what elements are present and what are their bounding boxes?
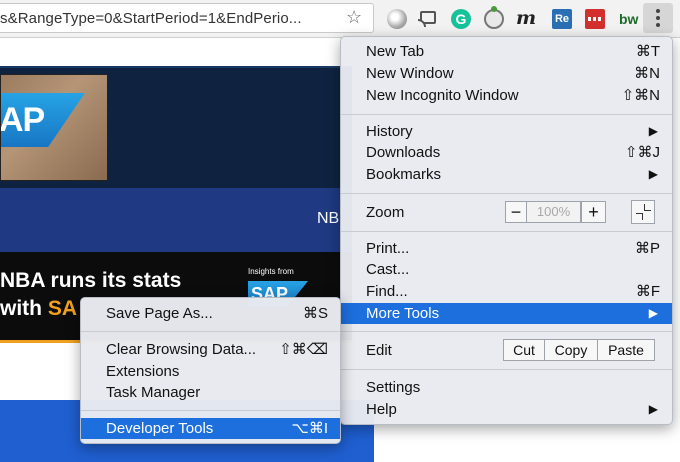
bw-icon[interactable]: bw (619, 9, 639, 29)
re-icon[interactable]: Re (552, 9, 572, 29)
nav-link[interactable]: NB (317, 210, 339, 228)
menu-item-more-tools[interactable]: More Tools ▶ (341, 303, 672, 324)
submenu-arrow-icon: ▶ (648, 306, 658, 320)
menu-item-cast[interactable]: Cast... (341, 259, 672, 280)
copy-button[interactable]: Copy (544, 339, 598, 361)
sap-thumbnail[interactable]: AP (0, 74, 108, 181)
banner-headline-2: with SA (0, 297, 78, 320)
menu-item-bookmarks[interactable]: Bookmarks ▶ (341, 164, 672, 185)
zoom-level: 100% (526, 201, 581, 223)
menu-item-print[interactable]: Print... ⌘P (341, 238, 672, 259)
cut-button[interactable]: Cut (503, 339, 545, 361)
menu-item-new-incognito-window[interactable]: New Incognito Window ⇧⌘N (341, 85, 672, 106)
browser-toolbar: s&RangeType=0&StartPeriod=1&EndPerio... … (0, 0, 680, 38)
menu-separator (341, 369, 672, 370)
paste-button[interactable]: Paste (597, 339, 655, 361)
tomato-icon[interactable] (484, 6, 504, 29)
menu-separator (341, 193, 672, 194)
submenu-arrow-icon: ▶ (648, 167, 658, 181)
submenu-arrow-icon: ▶ (648, 402, 658, 416)
menu-item-task-manager[interactable]: Task Manager (81, 382, 340, 403)
menu-item-new-tab[interactable]: New Tab ⌘T (341, 41, 672, 62)
menu-item-downloads[interactable]: Downloads ⇧⌘J (341, 142, 672, 163)
menu-item-help[interactable]: Help ▶ (341, 399, 672, 420)
page-nav-bar (0, 188, 352, 252)
menu-item-save-page-as[interactable]: Save Page As... ⌘S (81, 303, 340, 324)
url-text[interactable]: s&RangeType=0&StartPeriod=1&EndPerio... (0, 10, 302, 27)
zoom-in-button[interactable]: + (581, 201, 606, 223)
banner-headline-1: NBA runs its stats (0, 269, 182, 292)
menu-separator (81, 331, 340, 332)
bookmark-star-icon[interactable]: ☆ (346, 7, 362, 28)
menu-separator (341, 331, 672, 332)
menu-separator (341, 114, 672, 115)
menu-item-clear-browsing-data[interactable]: Clear Browsing Data... ⇧⌘⌫ (81, 339, 340, 360)
chrome-menu-button[interactable] (643, 3, 673, 33)
menu-item-history[interactable]: History ▶ (341, 121, 672, 142)
record-icon[interactable] (387, 9, 407, 29)
insights-label: Insights from (248, 267, 294, 276)
more-tools-submenu: Save Page As... ⌘S Clear Browsing Data...… (80, 297, 341, 444)
menu-separator (81, 410, 340, 411)
menu-item-developer-tools[interactable]: Developer Tools ⌥⌘I (81, 418, 340, 439)
grammarly-icon[interactable]: G (451, 9, 471, 29)
submenu-arrow-icon: ▶ (648, 124, 658, 138)
zoom-out-button[interactable]: − (505, 201, 527, 223)
sap-logo: AP (1, 93, 85, 147)
cast-icon[interactable] (418, 9, 438, 29)
menu-item-extensions[interactable]: Extensions (81, 361, 340, 382)
menu-item-find[interactable]: Find... ⌘F (341, 281, 672, 302)
chrome-main-menu: New Tab ⌘T New Window ⌘N New Incognito Win… (340, 36, 673, 425)
menu-item-settings[interactable]: Settings (341, 377, 672, 398)
address-bar[interactable]: s&RangeType=0&StartPeriod=1&EndPerio... … (0, 3, 374, 33)
menu-item-new-window[interactable]: New Window ⌘N (341, 63, 672, 84)
menu-separator (341, 231, 672, 232)
red-dots-icon[interactable] (585, 9, 605, 29)
m-icon[interactable]: m (516, 9, 536, 29)
fullscreen-icon[interactable] (631, 200, 655, 224)
